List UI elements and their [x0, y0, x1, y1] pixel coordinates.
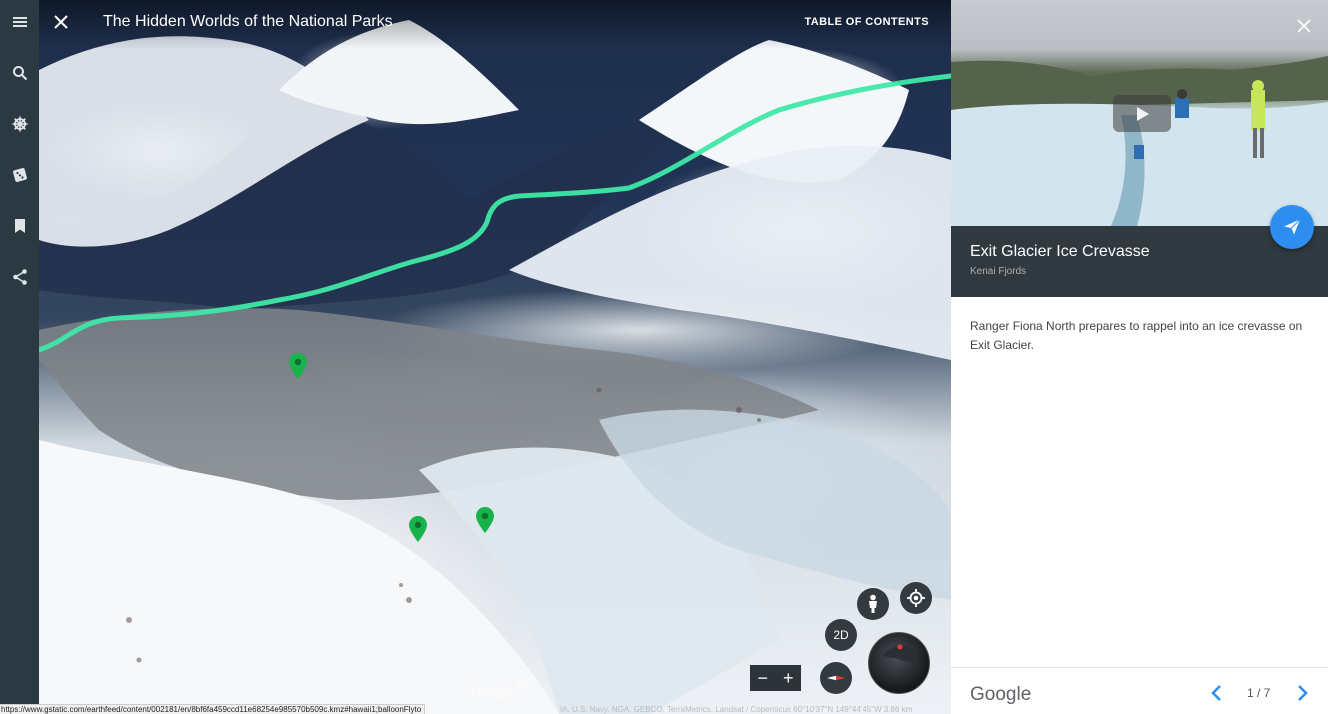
table-of-contents-link[interactable]: TABLE OF CONTENTS [804, 16, 929, 28]
toggle-2d-button[interactable]: 2D [825, 619, 857, 651]
map-pin-icon[interactable] [476, 507, 494, 533]
map-pin-icon[interactable] [289, 353, 307, 379]
compass-button[interactable] [820, 662, 852, 694]
card-footer: Google 1 / 7 [951, 667, 1328, 714]
my-places-button[interactable] [0, 206, 39, 246]
menu-icon [12, 17, 27, 27]
map-pin-icon[interactable] [409, 516, 427, 542]
zoom-control: − + [750, 665, 801, 691]
google-watermark: Google [471, 684, 513, 699]
place-title: Exit Glacier Ice Crevasse [970, 243, 1150, 260]
google-logo: Google [970, 684, 1032, 705]
zoom-in-button[interactable]: + [776, 665, 802, 691]
fly-to-button[interactable] [1270, 205, 1314, 249]
search-button[interactable] [0, 53, 39, 93]
play-icon [1137, 106, 1149, 121]
close-icon[interactable] [1296, 18, 1312, 34]
play-video-button[interactable] [1113, 95, 1171, 132]
mini-globe[interactable] [868, 632, 930, 694]
my-location-button[interactable] [900, 582, 932, 614]
browser-status-url: https://www.gstatic.com/earthfeed/conten… [0, 704, 426, 714]
terrain-illustration [39, 20, 951, 714]
menu-button[interactable] [0, 2, 39, 42]
compass-needle-icon [827, 675, 845, 681]
chevron-right-icon[interactable] [1294, 684, 1310, 702]
dice-icon [12, 168, 27, 182]
share-button[interactable] [0, 257, 39, 297]
map-attribution: IA, U.S. Navy, NGA, GEBCO, TerraMetrics,… [560, 705, 913, 714]
map-viewport[interactable]: The Hidden Worlds of the National Parks … [39, 0, 951, 714]
voyager-button[interactable] [0, 104, 39, 144]
chevron-left-icon[interactable] [1209, 684, 1225, 702]
watermark-suffix: SK [517, 680, 528, 689]
left-sidebar [0, 0, 39, 714]
crosshair-icon [907, 589, 925, 607]
place-photo[interactable] [951, 0, 1328, 226]
place-description: Ranger Fiona North prepares to rappel in… [970, 319, 1303, 352]
search-icon [12, 66, 27, 81]
map-header: The Hidden Worlds of the National Parks … [39, 0, 951, 50]
place-subtitle: Kenai Fjords [970, 266, 1027, 277]
paper-plane-icon [1284, 219, 1301, 235]
globe-icon [883, 644, 918, 663]
zoom-out-button[interactable]: − [750, 665, 776, 691]
voyager-wheel-icon [12, 116, 27, 132]
close-icon[interactable] [49, 10, 73, 34]
knowledge-card: Exit Glacier Ice Crevasse Kenai Fjords R… [951, 0, 1328, 714]
bookmark-icon [14, 219, 25, 233]
pegman-icon [869, 594, 877, 613]
street-view-pegman-button[interactable] [857, 588, 889, 620]
feeling-lucky-button[interactable] [0, 155, 39, 195]
page-indicator: 1 / 7 [1247, 686, 1271, 700]
share-icon [12, 269, 27, 285]
story-title: The Hidden Worlds of the National Parks [103, 13, 393, 30]
